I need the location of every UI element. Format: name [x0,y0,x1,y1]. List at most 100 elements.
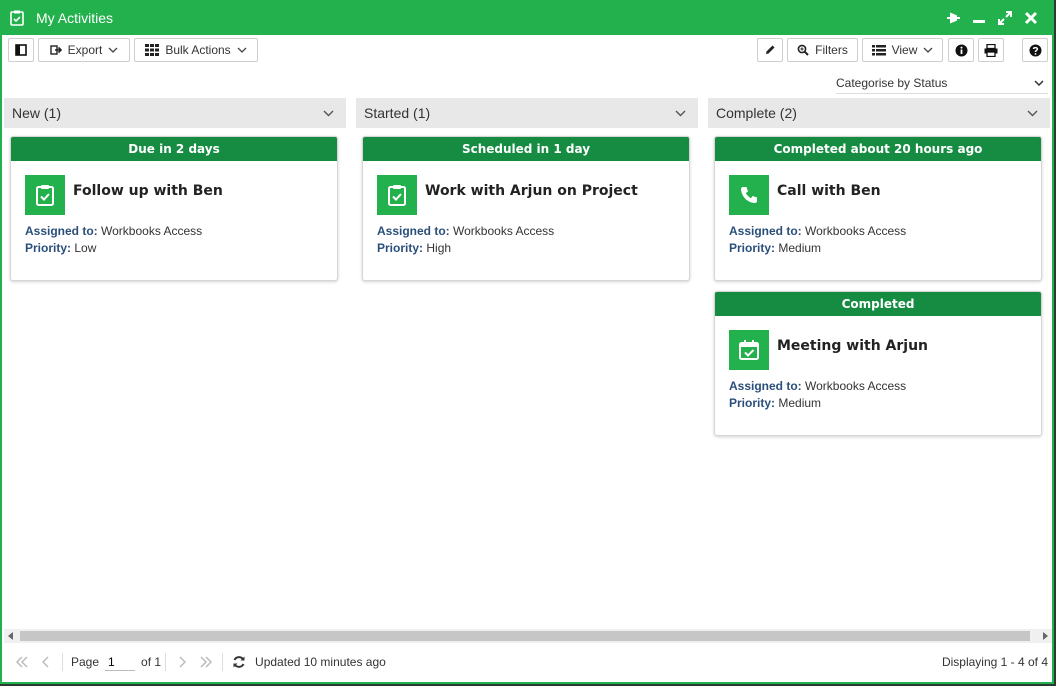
updated-status: Updated 10 minutes ago [255,655,386,669]
card-assigned: Assigned to: Workbooks Access [729,224,906,238]
card-status: Scheduled in 1 day [363,137,689,161]
chevron-down-icon [323,110,334,116]
card-title: Call with Ben [777,183,881,199]
info-icon [955,44,967,56]
horizontal-scrollbar[interactable] [4,629,1052,643]
assigned-value: Workbooks Access [805,224,907,238]
view-button[interactable]: View [862,38,943,62]
card-status: Due in 2 days [11,137,337,161]
clipboard-check-icon [25,175,65,215]
card-title: Work with Arjun on Project [425,183,638,199]
list-icon [871,44,886,55]
info-button[interactable] [948,38,974,62]
assigned-label: Assigned to: [25,224,98,238]
pin-icon[interactable] [944,9,962,27]
activity-card[interactable]: Completed Meeting with Arjun Assigned to… [714,291,1042,436]
column-header-new[interactable]: New (1) [4,98,346,128]
clipboard-icon [10,10,24,26]
priority-value: High [426,241,452,255]
priority-label: Priority: [729,241,776,255]
window-title: My Activities [36,9,114,26]
title-bar: My Activities [2,0,1052,35]
categorise-select[interactable]: Categorise by Status [836,72,1048,94]
page-number-input[interactable] [105,653,136,671]
card-priority: Priority: High [377,241,451,255]
chevron-down-icon [1027,110,1038,116]
card-status: Completed about 20 hours ago [715,137,1041,161]
chevron-down-icon [108,47,118,53]
pencil-icon [766,45,775,54]
assigned-label: Assigned to: [729,224,802,238]
column-title: New (1) [12,105,62,121]
clipboard-check-icon [377,175,417,215]
card-title: Meeting with Arjun [777,338,929,354]
filters-label: Filters [815,43,848,57]
refresh-icon[interactable] [227,652,251,672]
filters-button[interactable]: Filters [787,38,858,62]
panel-icon [15,44,27,56]
close-icon[interactable] [1022,9,1040,27]
divider [222,653,224,671]
chevron-down-icon [1034,79,1044,86]
page-count: of 1 [141,655,162,669]
activity-card[interactable]: Scheduled in 1 day Work with Arjun on Pr… [362,136,690,281]
assigned-label: Assigned to: [729,379,802,393]
column-header-complete[interactable]: Complete (2) [708,98,1050,128]
edit-button[interactable] [757,38,783,62]
priority-label: Priority: [729,396,776,410]
divider [165,653,167,671]
displaying-count: Displaying 1 - 4 of 4 [941,655,1048,669]
assigned-value: Workbooks Access [805,379,907,393]
chevron-down-icon [237,47,247,53]
phone-icon [729,175,769,215]
priority-label: Priority: [25,241,72,255]
activities-window: My Activities Export Bulk Actions Filter… [0,0,1054,684]
card-title: Follow up with Ben [73,183,223,199]
last-page-icon[interactable] [194,652,218,672]
next-page-icon[interactable] [170,652,194,672]
grid-icon [145,44,160,56]
scrollbar-thumb[interactable] [20,631,1030,641]
categorise-label: Categorise by Status [836,75,948,90]
chevron-down-icon [675,110,686,116]
card-assigned: Assigned to: Workbooks Access [377,224,554,238]
priority-value: Low [74,241,97,255]
toolbar: Export Bulk Actions Filters View [8,38,1048,62]
activity-card[interactable]: Completed about 20 hours ago Call with B… [714,136,1042,281]
card-assigned: Assigned to: Workbooks Access [729,379,906,393]
export-label: Export [67,43,103,57]
assigned-value: Workbooks Access [453,224,555,238]
priority-label: Priority: [377,241,424,255]
card-priority: Priority: Medium [729,396,821,410]
chevron-down-icon [923,47,933,53]
activity-card[interactable]: Due in 2 days Follow up with Ben Assigne… [10,136,338,281]
previous-page-icon[interactable] [34,652,58,672]
bulk-actions-button[interactable]: Bulk Actions [134,38,258,62]
divider [62,653,63,671]
column-title: Started (1) [364,105,431,121]
scroll-right-icon[interactable] [1038,629,1052,643]
help-icon [1029,44,1041,56]
priority-value: Medium [778,396,822,410]
maximize-icon[interactable] [996,9,1014,27]
column-header-started[interactable]: Started (1) [356,98,698,128]
help-button[interactable] [1022,38,1048,62]
pagination-bar: Page of 1 Updated 10 minutes ago Display… [4,646,1052,678]
search-icon [797,44,809,56]
assigned-value: Workbooks Access [101,224,203,238]
view-label: View [891,43,918,57]
export-icon [49,45,62,55]
print-button[interactable] [978,38,1004,62]
column-title: Complete (2) [716,105,797,121]
scroll-left-icon[interactable] [4,629,18,643]
toggle-panel-button[interactable] [8,38,34,62]
export-button[interactable]: Export [38,38,130,62]
card-assigned: Assigned to: Workbooks Access [25,224,202,238]
minimize-icon[interactable] [970,9,988,27]
first-page-icon[interactable] [10,652,34,672]
card-status: Completed [715,292,1041,316]
assigned-label: Assigned to: [377,224,450,238]
page-label: Page [71,655,100,669]
card-priority: Priority: Low [25,241,96,255]
calendar-check-icon [729,330,769,370]
